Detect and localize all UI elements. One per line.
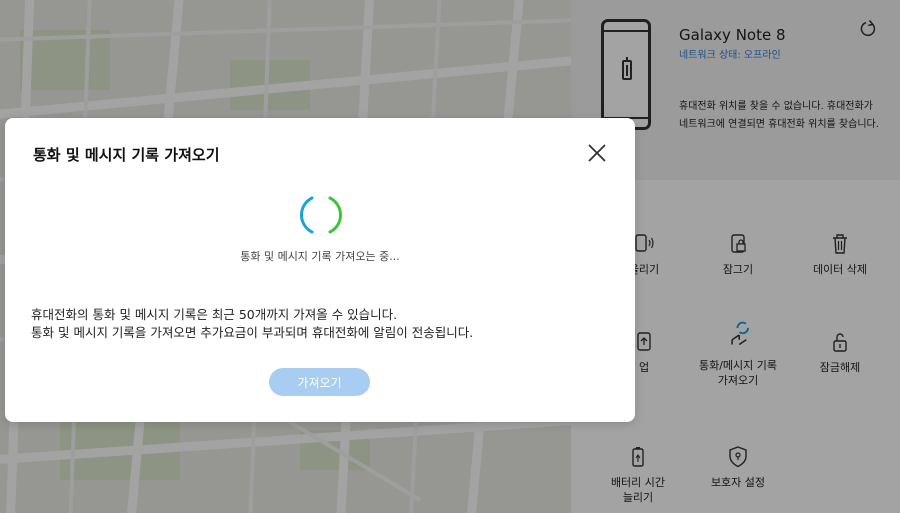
retrieve-button[interactable]: 가져오기 <box>269 368 370 396</box>
loading-text: 통화 및 메시지 기록 가져오는 중... <box>240 250 400 263</box>
spinner-icon <box>299 196 343 234</box>
description-line-1: 휴대전화의 통화 및 메시지 기록은 최근 50개까지 가져올 수 있습니다. <box>31 307 398 322</box>
close-icon[interactable] <box>585 141 609 165</box>
dialog-title: 통화 및 메시지 기록 가져오기 <box>33 146 220 164</box>
retrieve-calls-dialog: 통화 및 메시지 기록 가져오기 통화 및 메시지 기록 가져오는 중... 휴… <box>5 118 635 422</box>
dialog-description: 휴대전화의 통화 및 메시지 기록은 최근 50개까지 가져올 수 있습니다. … <box>31 306 621 342</box>
description-line-2: 통화 및 메시지 기록을 가져오면 추가요금이 부과되며 휴대전화에 알림이 전… <box>31 325 474 340</box>
